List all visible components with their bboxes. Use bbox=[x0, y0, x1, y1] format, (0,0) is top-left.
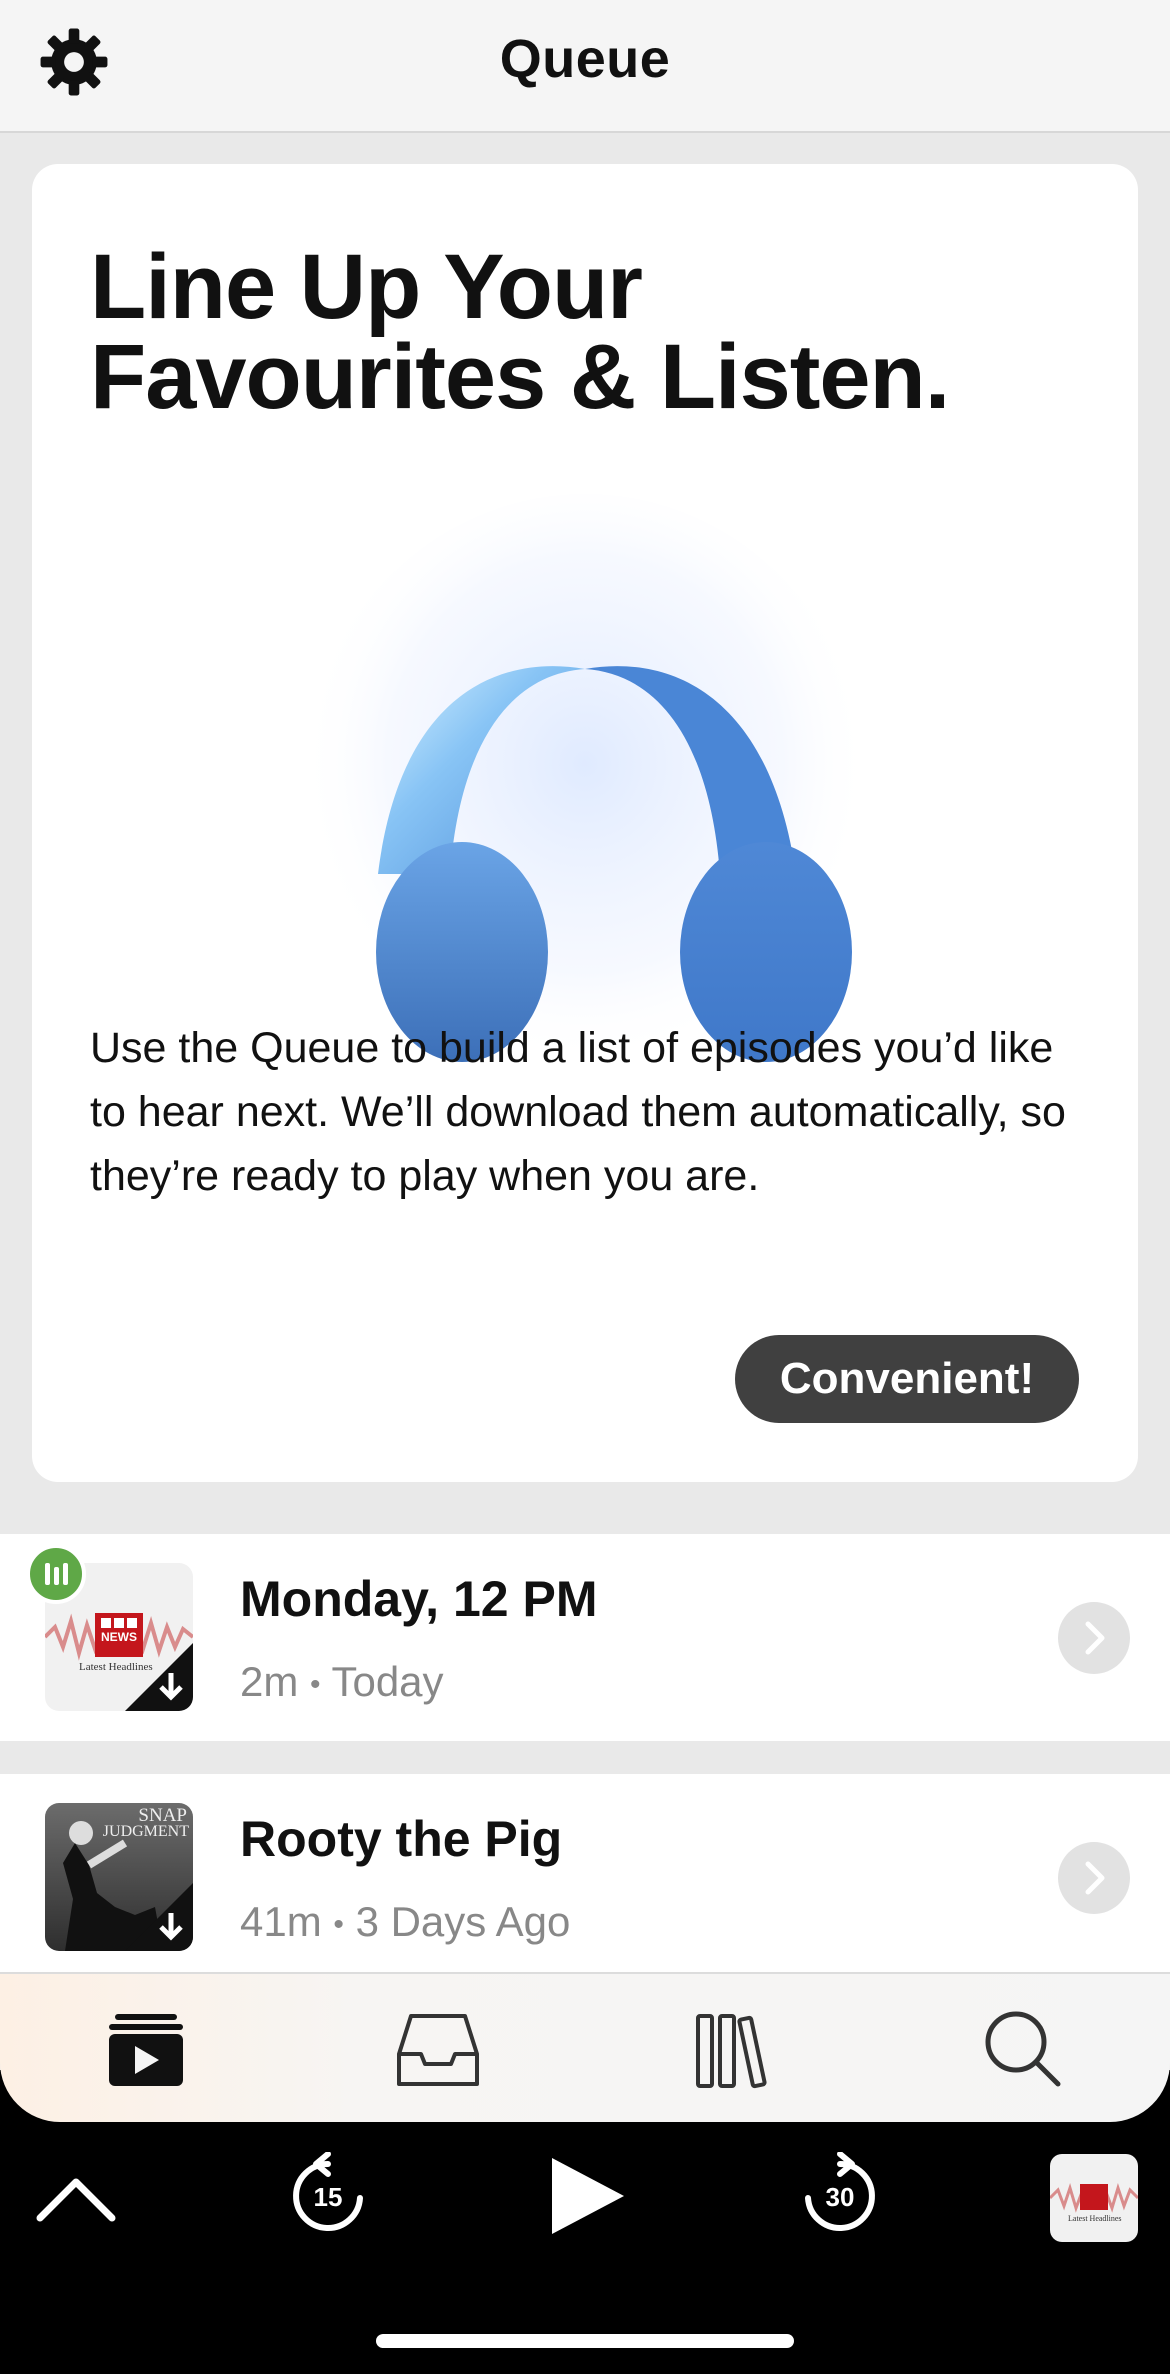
tab-library[interactable] bbox=[686, 2004, 776, 2094]
chevron-right-icon bbox=[1085, 1861, 1105, 1895]
episode-meta: 41m • 3 Days Ago bbox=[240, 1898, 570, 1946]
episode-date: 3 Days Ago bbox=[355, 1898, 571, 1945]
episode-title: Monday, 12 PM bbox=[240, 1571, 598, 1627]
artwork-brand: NEWS bbox=[101, 1630, 137, 1644]
chevron-right-icon bbox=[1085, 1621, 1105, 1655]
artwork-caption: Latest Headlines bbox=[79, 1661, 153, 1673]
skip-back-seconds: 15 bbox=[313, 2182, 343, 2212]
page-title: Queue bbox=[499, 29, 671, 89]
promo-headline: Line Up Your Favourites & Listen. bbox=[90, 236, 1090, 428]
now-playing-badge-icon bbox=[26, 1544, 86, 1604]
artwork-brand2: JUDGMENT bbox=[102, 1823, 189, 1840]
episode-date: Today bbox=[331, 1658, 444, 1705]
episode-detail-button[interactable] bbox=[1058, 1842, 1130, 1914]
expand-player-chevron-up-icon[interactable] bbox=[34, 2170, 118, 2230]
tab-inbox[interactable] bbox=[393, 2004, 483, 2094]
now-playing-caption: Latest Headlines bbox=[1068, 2214, 1122, 2223]
meta-separator: • bbox=[310, 1667, 321, 1701]
episode-row[interactable]: SNAP JUDGMENT Rooty the Pig 41m • 3 Days… bbox=[0, 1774, 1170, 1974]
convenient-button[interactable]: Convenient! bbox=[735, 1335, 1079, 1423]
episode-title: Rooty the Pig bbox=[240, 1811, 563, 1867]
play-icon[interactable] bbox=[548, 2154, 628, 2238]
tab-queue[interactable] bbox=[101, 2004, 191, 2094]
skip-forward-button[interactable]: 30 bbox=[800, 2152, 880, 2236]
episode-row[interactable]: NEWS Latest Headlines Monday, 12 PM 2m •… bbox=[0, 1534, 1170, 1741]
episode-duration: 41m bbox=[240, 1898, 322, 1945]
skip-forward-seconds: 30 bbox=[825, 2182, 855, 2212]
home-indicator bbox=[376, 2334, 794, 2348]
tab-search[interactable] bbox=[978, 2004, 1068, 2094]
header: Queue bbox=[0, 0, 1170, 133]
episode-detail-button[interactable] bbox=[1058, 1602, 1130, 1674]
now-playing-artwork[interactable]: Latest Headlines bbox=[1050, 2154, 1138, 2242]
promo-headline-line1: Line Up Your bbox=[90, 236, 643, 338]
episode-meta: 2m • Today bbox=[240, 1658, 444, 1706]
queue-promo-card: Line Up Your Favourites & Listen. Use th… bbox=[32, 164, 1138, 1482]
promo-description: Use the Queue to build a list of episode… bbox=[90, 1024, 1066, 1200]
episode-artwork: SNAP JUDGMENT bbox=[45, 1803, 193, 1951]
meta-separator: • bbox=[333, 1907, 344, 1941]
promo-headline-line2: Favourites & Listen. bbox=[90, 326, 950, 428]
episode-duration: 2m bbox=[240, 1658, 299, 1705]
tab-bar bbox=[0, 1972, 1170, 2122]
skip-back-button[interactable]: 15 bbox=[288, 2152, 368, 2236]
